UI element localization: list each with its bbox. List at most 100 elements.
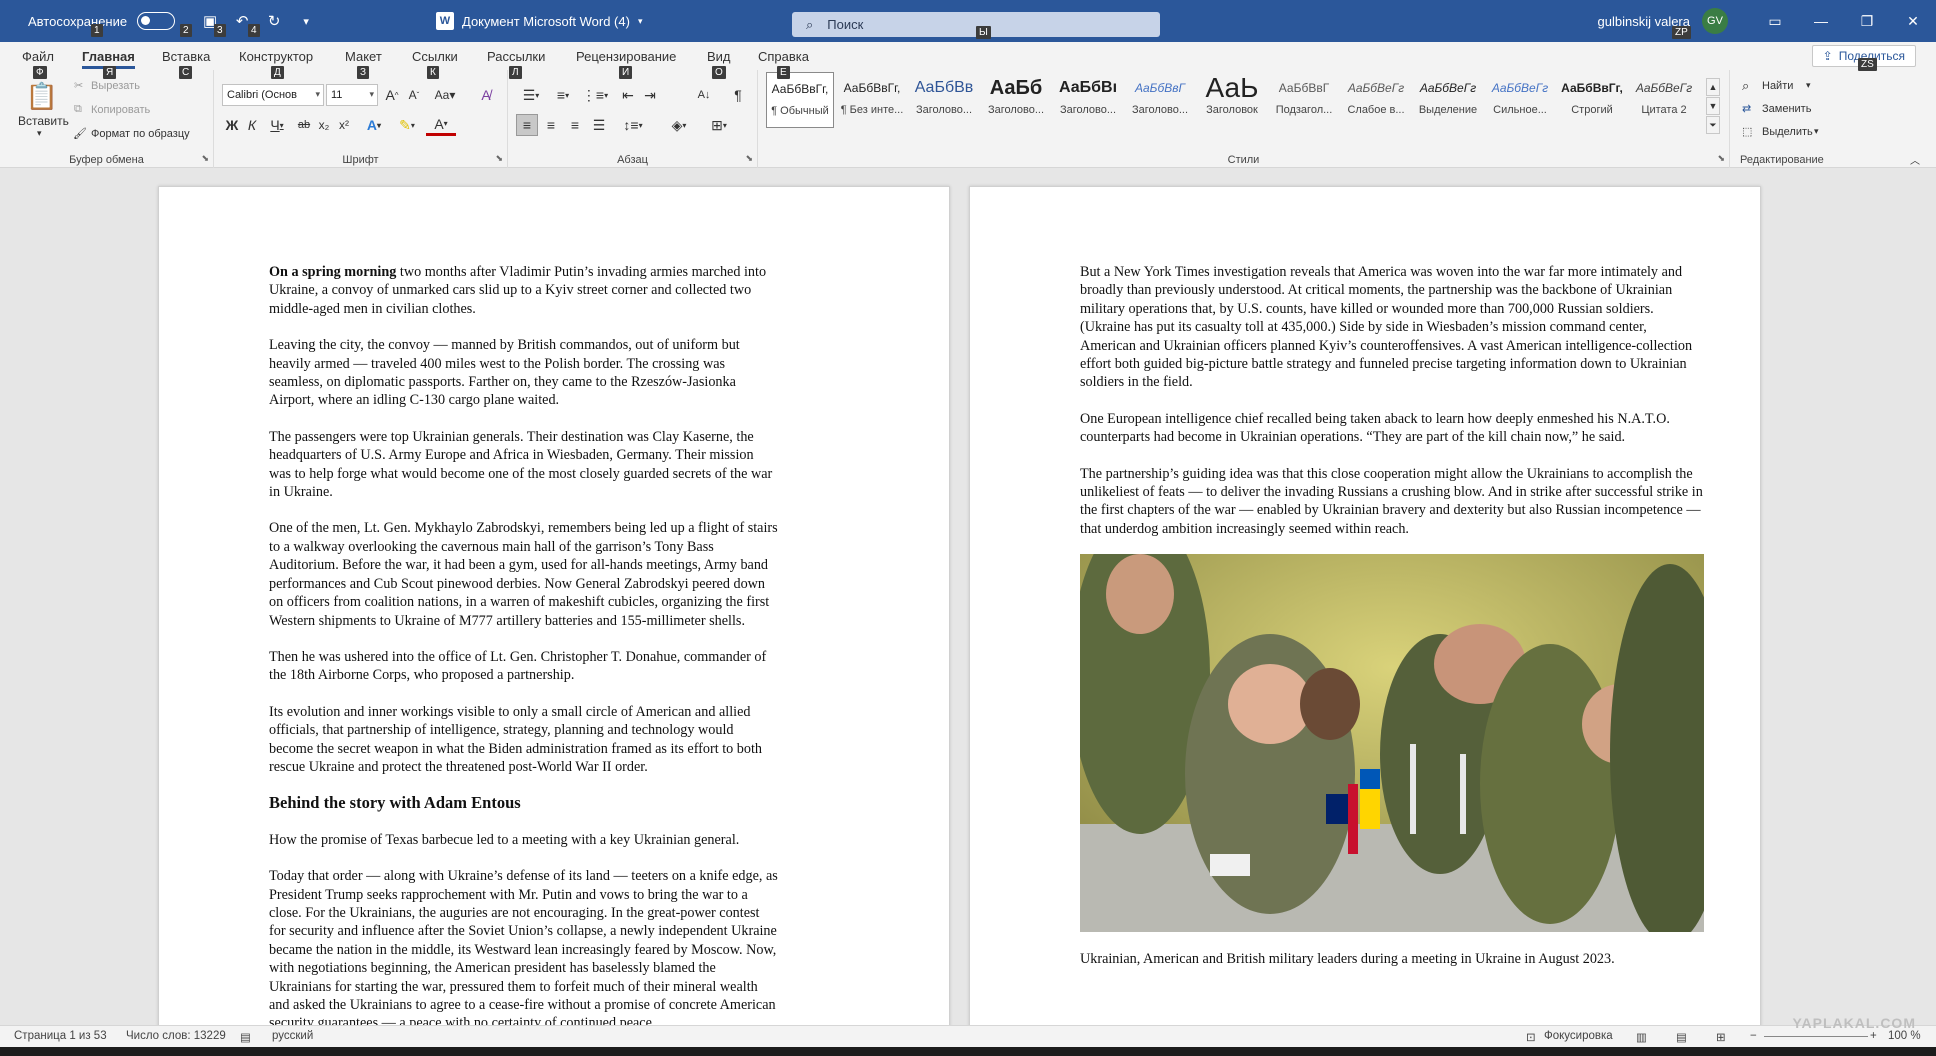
tab-review[interactable]: Рецензирование: [576, 49, 676, 64]
shrink-font-icon[interactable]: Aˇ: [404, 84, 424, 106]
tab-layout[interactable]: Макет: [345, 49, 382, 64]
document-page-right[interactable]: But a New York Times investigation revea…: [969, 186, 1761, 1025]
style-tile[interactable]: АаБбВеГг Сильное...: [1486, 72, 1554, 128]
style-tile[interactable]: АаБбВеГг Слабое в...: [1342, 72, 1410, 128]
style-tile[interactable]: АаБб Заголово...: [982, 72, 1050, 128]
decrease-indent-icon[interactable]: ⇤: [618, 84, 638, 106]
document-title[interactable]: W Документ Microsoft Word (4) ▾: [436, 12, 642, 30]
cut-button[interactable]: Вырезать: [91, 80, 140, 92]
bold-icon[interactable]: Ж: [222, 114, 242, 136]
multilevel-list-icon[interactable]: ⋮≡ ▾: [580, 84, 610, 106]
style-tile[interactable]: АаБбВв Заголово...: [910, 72, 978, 128]
numbering-icon[interactable]: ≡ ▾: [548, 84, 578, 106]
web-layout-icon[interactable]: ⊞: [1716, 1030, 1726, 1044]
dialog-launcher-icon[interactable]: ⬊: [1717, 153, 1725, 164]
show-marks-icon[interactable]: ¶: [728, 84, 748, 106]
select-icon: ⬚: [1742, 126, 1753, 138]
read-mode-icon[interactable]: ▥: [1636, 1030, 1647, 1044]
style-tile[interactable]: АаЬ Заголовок: [1198, 72, 1266, 128]
justify-icon[interactable]: ☰: [588, 114, 610, 136]
style-tile[interactable]: АаБбВвГг, ¶ Обычный: [766, 72, 834, 128]
style-tile[interactable]: АаБбВвГ Подзагол...: [1270, 72, 1338, 128]
underline-icon[interactable]: Ч ▾: [264, 114, 290, 136]
font-color-icon[interactable]: A ▾: [426, 114, 456, 136]
autosave-toggle[interactable]: [137, 12, 176, 30]
language[interactable]: русский: [272, 1030, 313, 1042]
zoom-out-icon[interactable]: −: [1750, 1030, 1757, 1042]
tab-home[interactable]: Главная: [82, 49, 135, 69]
change-case-icon[interactable]: Aa▾: [430, 84, 460, 106]
font-size-select[interactable]: 11 ▾: [326, 84, 378, 106]
print-layout-icon[interactable]: ▤: [1676, 1030, 1687, 1044]
paste-button[interactable]: Вставить: [18, 114, 69, 128]
styles-more-icon[interactable]: ⏷: [1706, 116, 1720, 134]
tab-insert[interactable]: Вставка: [162, 49, 210, 64]
tab-view[interactable]: Вид: [707, 49, 731, 64]
replace-button[interactable]: Заменить: [1762, 103, 1811, 115]
page-body[interactable]: On a spring morning two months after Vla…: [269, 263, 779, 1025]
chevron-down-icon[interactable]: ▾: [1806, 80, 1811, 91]
tab-help[interactable]: Справка: [758, 49, 809, 64]
text-effects-icon[interactable]: A ▾: [360, 114, 388, 136]
zoom-slider[interactable]: [1764, 1036, 1868, 1037]
chevron-down-icon[interactable]: ▾: [1814, 126, 1819, 137]
style-tile[interactable]: АаБбВеГг Выделение: [1414, 72, 1482, 128]
styles-scroll-up-icon[interactable]: ▲: [1706, 78, 1720, 96]
collapse-ribbon-icon[interactable]: ︿: [1910, 152, 1920, 167]
page-body[interactable]: But a New York Times investigation revea…: [1080, 263, 1704, 987]
shading-icon[interactable]: ◈ ▾: [664, 114, 694, 136]
tab-references[interactable]: Ссылки: [412, 49, 458, 64]
word-count[interactable]: Число слов: 13229: [126, 1030, 226, 1042]
page-count[interactable]: Страница 1 из 53: [14, 1030, 107, 1042]
increase-indent-icon[interactable]: ⇥: [640, 84, 660, 106]
clear-formatting-icon[interactable]: A̸: [476, 84, 496, 106]
tab-design[interactable]: Конструктор: [239, 49, 313, 64]
align-center-icon[interactable]: ≡: [540, 114, 562, 136]
find-button[interactable]: Найти: [1762, 80, 1793, 92]
format-painter-button[interactable]: Формат по образцу: [91, 128, 190, 140]
dialog-launcher-icon[interactable]: ⬊: [745, 153, 753, 164]
document-workspace[interactable]: On a spring morning two months after Vla…: [0, 168, 1936, 1025]
focus-icon[interactable]: ⊡: [1526, 1030, 1536, 1044]
redo-icon[interactable]: ↻: [263, 10, 285, 32]
ribbon-display-options-icon[interactable]: ▭: [1752, 0, 1798, 42]
style-tile[interactable]: АаБбВı Заголово...: [1054, 72, 1122, 128]
paste-dropdown-icon[interactable]: ▾: [37, 128, 42, 139]
document-page-left[interactable]: On a spring morning two months after Vla…: [158, 186, 950, 1025]
close-icon[interactable]: ✕: [1890, 0, 1936, 42]
strikethrough-icon[interactable]: ab: [294, 114, 314, 136]
style-tile[interactable]: АаБбВвГ Заголово...: [1126, 72, 1194, 128]
dialog-launcher-icon[interactable]: ⬊: [201, 153, 209, 164]
italic-icon[interactable]: К: [244, 114, 260, 136]
zoom-in-icon[interactable]: +: [1870, 1030, 1877, 1042]
focus-button[interactable]: Фокусировка: [1544, 1030, 1613, 1042]
restore-icon[interactable]: ❐: [1844, 0, 1890, 42]
zoom-level[interactable]: 100 %: [1888, 1030, 1921, 1042]
avatar[interactable]: GV: [1702, 8, 1728, 34]
borders-icon[interactable]: ⊞ ▾: [704, 114, 734, 136]
align-left-icon[interactable]: ≡: [516, 114, 538, 136]
customize-toolbar-icon[interactable]: ▾: [295, 10, 317, 32]
proofing-icon[interactable]: ▤: [240, 1030, 251, 1044]
paste-icon[interactable]: 📋: [24, 78, 60, 114]
font-name-select[interactable]: Calibri (Основ ▾: [222, 84, 324, 106]
style-tile[interactable]: АаБбВвГг, Строгий: [1558, 72, 1626, 128]
styles-scroll-down-icon[interactable]: ▼: [1706, 97, 1720, 115]
tab-file[interactable]: Файл: [22, 49, 54, 64]
military-meeting-photo[interactable]: [1080, 554, 1704, 933]
superscript-icon[interactable]: x²: [334, 114, 354, 136]
subscript-icon[interactable]: x₂: [314, 114, 334, 136]
minimize-icon[interactable]: —: [1798, 0, 1844, 42]
tab-mailings[interactable]: Рассылки: [487, 49, 545, 64]
select-button[interactable]: Выделить: [1762, 126, 1813, 138]
line-spacing-icon[interactable]: ↕≡ ▾: [618, 114, 648, 136]
sort-icon[interactable]: A↓: [694, 84, 714, 106]
style-tile[interactable]: АаБбВеГг Цитата 2: [1630, 72, 1698, 128]
highlight-icon[interactable]: ✎ ▾: [392, 114, 422, 136]
dialog-launcher-icon[interactable]: ⬊: [495, 153, 503, 164]
grow-font-icon[interactable]: A ^: [382, 84, 402, 106]
copy-button[interactable]: Копировать: [91, 104, 150, 116]
bullets-icon[interactable]: ☰ ▾: [516, 84, 546, 106]
style-tile[interactable]: АаБбВвГг, ¶ Без инте...: [838, 72, 906, 128]
align-right-icon[interactable]: ≡: [564, 114, 586, 136]
